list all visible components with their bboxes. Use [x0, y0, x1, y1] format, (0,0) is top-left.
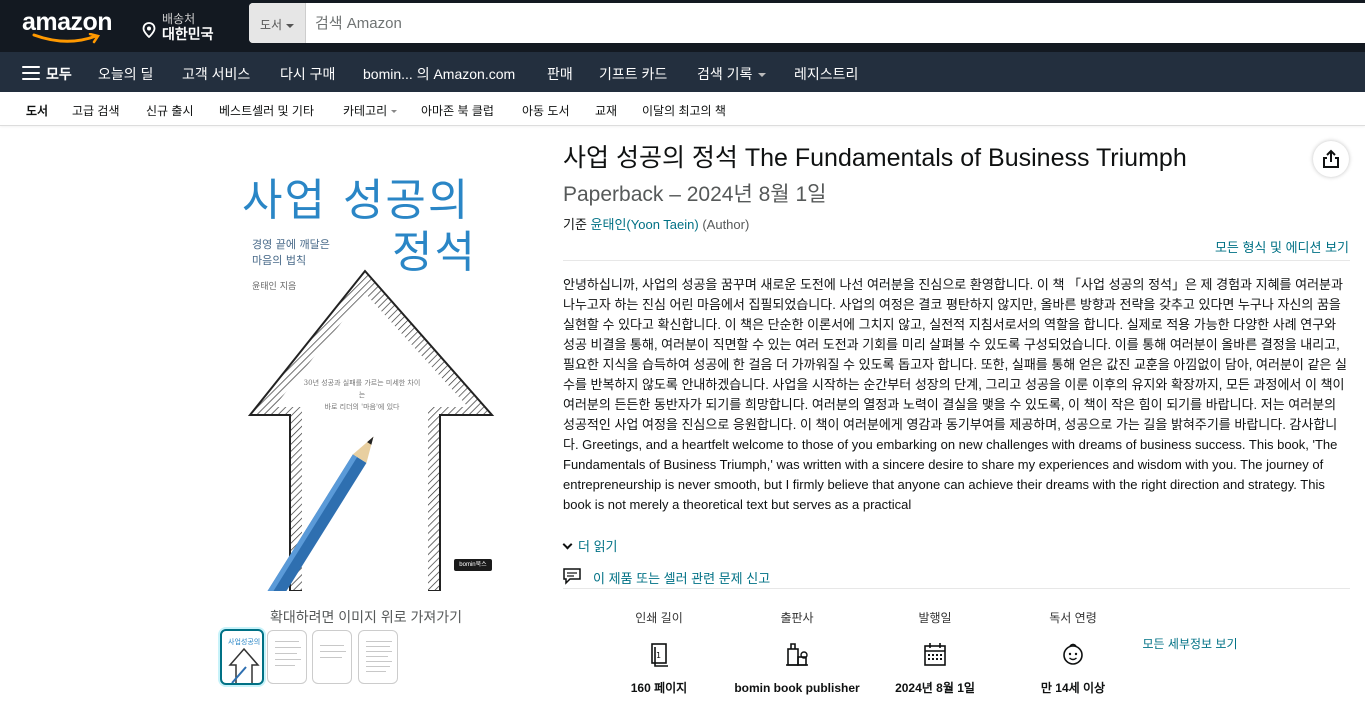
book-pages-icon: 1 — [651, 643, 668, 667]
svg-text:1: 1 — [656, 651, 661, 660]
author-link[interactable]: 윤태인(Yoon Taein) — [591, 217, 699, 232]
thumbnail-4[interactable] — [358, 630, 398, 684]
subnav-childrens-books[interactable]: 아동 도서 — [522, 102, 570, 119]
child-face-icon — [1063, 643, 1083, 665]
subnav-best-sellers[interactable]: 베스트셀러 및 기타 — [219, 102, 314, 119]
subnav-book-club[interactable]: 아마존 북 클럽 — [421, 102, 494, 119]
search-category-label: 도서 — [260, 18, 283, 32]
nav-browsing-history[interactable]: 검색 기록 — [697, 64, 767, 84]
svg-text:사업성공의: 사업성공의 — [228, 637, 260, 646]
smile-arrow-icon — [32, 33, 101, 44]
product-title: 사업 성공의 정석 The Fundamentals of Business T… — [563, 144, 1187, 172]
detail-value: 만 14세 이상 — [1040, 681, 1106, 695]
detail-print-length: 인쇄 길이 1 160 페이지 — [589, 609, 729, 696]
subnav-advanced-search[interactable]: 고급 검색 — [72, 102, 120, 119]
detail-label: 독서 연령 — [1049, 611, 1097, 625]
detail-reading-age: 독서 연령 만 14세 이상 — [1003, 609, 1143, 696]
nav-gift-cards[interactable]: 기프트 카드 — [599, 64, 667, 84]
nav-browsing-history-label: 검색 기록 — [697, 66, 753, 82]
detail-publication-date: 발행일 2024년 8월 1일 — [865, 609, 1005, 696]
read-more-label: 더 읽기 — [578, 539, 618, 554]
author-byline: 기준 윤태인(Yoon Taein) (Author) — [563, 214, 749, 233]
detail-value: 2024년 8월 1일 — [895, 681, 975, 695]
detail-label: 인쇄 길이 — [635, 611, 683, 625]
thumbnail-1[interactable]: 사업성공의 — [220, 629, 264, 685]
amazon-logo[interactable]: amazon — [22, 6, 122, 46]
chevron-down-icon — [562, 539, 573, 550]
search-bar: 도서 — [249, 3, 1365, 43]
cover-tagline-line2: 바로 리더의 '마음'에 있다 — [324, 403, 400, 411]
calendar-icon — [924, 643, 946, 666]
cover-publisher-logo: bomin북스 — [454, 559, 492, 571]
cover-author: 윤태인 지음 — [252, 282, 297, 292]
subnav-books[interactable]: 도서 — [26, 102, 48, 119]
books-sub-nav: 도서 고급 검색 신규 출시 베스트셀러 및 기타 카테고리 아마존 북 클럽 … — [0, 92, 1365, 126]
cover-subtitle-line1: 경영 끝에 깨달은 — [252, 238, 330, 251]
subnav-best-of-month[interactable]: 이달의 최고의 책 — [642, 102, 726, 119]
search-input[interactable] — [306, 3, 1365, 43]
thumbnail-2[interactable] — [267, 630, 307, 684]
detail-label: 발행일 — [918, 611, 952, 625]
deliver-country: 대한민국 — [162, 26, 214, 42]
divider — [563, 588, 1350, 589]
thumbnail-3[interactable] — [312, 630, 352, 684]
top-nav-bar: amazon 배송처 대한민국 도서 — [0, 0, 1365, 52]
author-role: (Author) — [702, 217, 750, 232]
nav-customer-service[interactable]: 고객 서비스 — [182, 64, 250, 84]
cover-tagline-line1: 30년 성공과 실패를 가르는 미세한 차이는 — [303, 379, 421, 399]
cover-subtitle: 경영 끝에 깨달은 마음의 법칙 — [252, 237, 362, 269]
deliver-to[interactable]: 배송처 대한민국 — [142, 8, 232, 44]
subnav-categories-label: 카테고리 — [343, 104, 388, 118]
main-nav-bar: 모두 오늘의 딜 고객 서비스 다시 구매 bomin... 의 Amazon.… — [0, 52, 1365, 92]
report-label: 이 제품 또는 셀러 관련 문제 신고 — [593, 571, 771, 586]
nav-registry[interactable]: 레지스트리 — [794, 64, 858, 84]
subnav-textbooks[interactable]: 교재 — [595, 102, 617, 119]
description-text: 안녕하십니까, 사업의 성공을 꿈꾸며 새로운 도전에 나선 여러분을 진심으로… — [563, 277, 1347, 512]
hamburger-menu-icon[interactable] — [22, 66, 40, 80]
divider — [563, 260, 1350, 261]
nav-user-amazon[interactable]: bomin... 의 Amazon.com — [363, 64, 515, 84]
description-fade — [563, 509, 1350, 533]
search-category-dropdown[interactable]: 도서 — [249, 3, 306, 43]
location-pin-icon — [142, 22, 156, 38]
all-formats-link[interactable]: 모든 형식 및 에디션 보기 — [1120, 237, 1349, 256]
detail-value: 160 페이지 — [630, 681, 688, 695]
see-all-details-link[interactable]: 모든 세부정보 보기 — [1140, 637, 1240, 652]
format-and-date: Paperback – 2024년 8월 1일 — [563, 183, 827, 206]
cover-tagline: 30년 성공과 실패를 가르는 미세한 차이는 바로 리더의 '마음'에 있다 — [302, 377, 422, 413]
chevron-down-icon — [391, 110, 398, 114]
detail-label: 출판사 — [780, 611, 814, 625]
zoom-hint: 확대하려면 이미지 위로 가져가기 — [270, 609, 462, 625]
subnav-new-releases[interactable]: 신규 출시 — [146, 102, 194, 119]
publisher-building-icon — [786, 643, 808, 666]
nav-all[interactable]: 모두 — [46, 64, 72, 84]
chevron-down-icon — [286, 23, 295, 28]
book-cover-image[interactable]: 사업 성공의 정석 경영 끝에 깨달은 마음의 법칙 윤태인 지음 30년 성공… — [222, 145, 510, 591]
by-prefix: 기준 — [563, 217, 587, 232]
nav-sell[interactable]: 판매 — [547, 64, 573, 84]
share-button[interactable] — [1313, 141, 1349, 177]
book-description: 안녕하십니까, 사업의 성공을 꿈꾸며 새로운 도전에 나선 여러분을 진심으로… — [563, 275, 1350, 533]
share-icon — [1323, 149, 1339, 168]
nav-buy-again[interactable]: 다시 구매 — [280, 64, 335, 84]
thumbnail-cover-icon: 사업성공의 — [228, 637, 260, 683]
chevron-down-icon — [758, 73, 767, 78]
detail-value: bomin book publisher — [734, 681, 860, 695]
cover-subtitle-line2: 마음의 법칙 — [252, 254, 307, 267]
subnav-categories[interactable]: 카테고리 — [343, 102, 398, 119]
nav-todays-deals[interactable]: 오늘의 딜 — [98, 64, 153, 84]
detail-publisher: 출판사 bomin book publisher — [727, 609, 867, 696]
comment-flag-icon — [563, 568, 581, 585]
read-more-toggle[interactable]: 더 읽기 — [562, 536, 618, 555]
cover-title-line1: 사업 성공의 — [242, 175, 471, 226]
